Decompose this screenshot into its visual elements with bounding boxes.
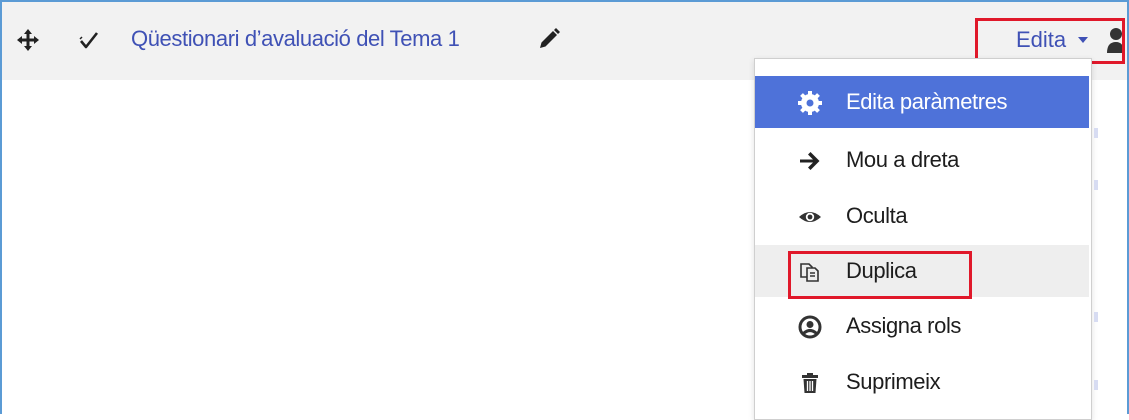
arrow-right-icon	[800, 152, 820, 170]
menu-item-assign-roles[interactable]: Assigna rols	[755, 300, 1089, 352]
menu-item-label: Suprimeix	[846, 369, 941, 394]
divider	[1094, 380, 1098, 390]
menu-item-label: Mou a dreta	[846, 147, 960, 172]
edit-dropdown-menu: Edita paràmetres Mou a dreta Oculta Dupl…	[754, 58, 1092, 420]
divider	[1094, 128, 1098, 138]
completion-check-icon[interactable]	[79, 30, 99, 50]
activity-title-link[interactable]: Qüestionari d’avaluació del Tema 1	[131, 26, 460, 52]
divider	[1094, 312, 1098, 322]
menu-item-label: Assigna rols	[846, 313, 962, 338]
menu-item-hide[interactable]: Oculta	[755, 190, 1089, 242]
menu-item-edit-settings[interactable]: Edita paràmetres	[755, 76, 1089, 128]
eye-icon	[799, 212, 821, 222]
pencil-icon[interactable]	[537, 27, 561, 51]
menu-item-label: Oculta	[846, 203, 908, 228]
move-icon[interactable]	[17, 29, 39, 51]
trash-icon	[802, 373, 818, 393]
divider	[1094, 180, 1098, 190]
gear-icon	[798, 91, 822, 115]
user-circle-icon	[798, 315, 822, 339]
menu-item-move-right[interactable]: Mou a dreta	[755, 134, 1089, 186]
duplicate-highlight-box	[788, 251, 972, 299]
menu-item-label: Edita paràmetres	[846, 89, 1008, 114]
menu-item-delete[interactable]: Suprimeix	[755, 356, 1089, 408]
